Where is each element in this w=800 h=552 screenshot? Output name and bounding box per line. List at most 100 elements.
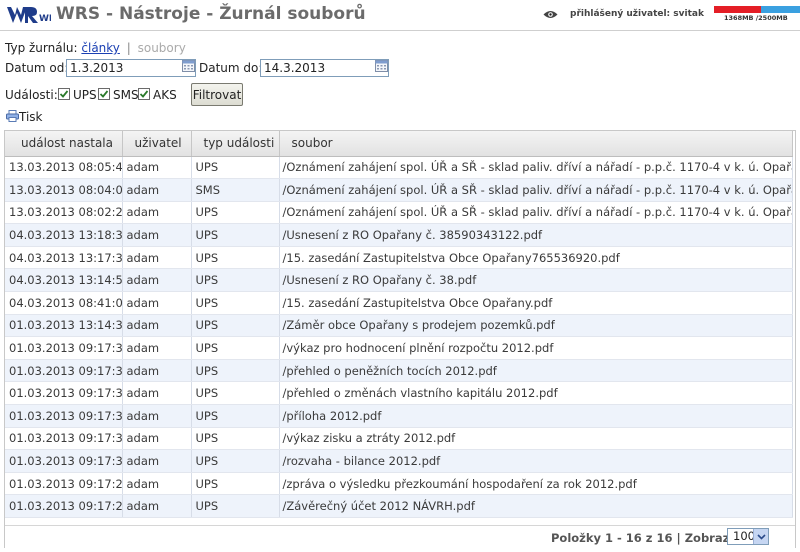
cell-event-type: UPS bbox=[191, 494, 280, 518]
cell-event-time: 01.03.2013 09:17:30 bbox=[5, 381, 123, 406]
cell-event-type: UPS bbox=[191, 449, 280, 473]
cell-event-time: 04.03.2013 13:17:37 bbox=[5, 246, 123, 270]
table-footer: Položky 1 - 16 z 16 | Zobrazit: 100 bbox=[5, 525, 795, 548]
cell-file: /15. zasedání Zastupitelstva Obce Opařan… bbox=[279, 246, 793, 270]
cell-user: adam bbox=[122, 449, 192, 473]
cell-event-time: 01.03.2013 09:17:30 bbox=[5, 359, 123, 383]
journal-type-row: Typ žurnálu: články | soubory bbox=[5, 41, 186, 55]
cell-event-time: 04.03.2013 08:41:03 bbox=[5, 291, 123, 315]
page-size-value: 100 bbox=[733, 529, 755, 543]
table-row: 01.03.2013 09:17:30 adam UPS/přehled o změ… bbox=[5, 381, 793, 406]
cell-file: /výkaz zisku a ztráty 2012.pdf bbox=[279, 427, 793, 451]
cell-file: /výkaz pro hodnocení plnění rozpočtu 201… bbox=[279, 336, 793, 360]
events-label: Události: bbox=[5, 88, 58, 102]
cell-user: adam bbox=[122, 336, 192, 360]
cell-event-time: 01.03.2013 09:17:29 bbox=[5, 472, 123, 496]
checkmark-icon bbox=[99, 90, 109, 98]
cell-file: /Usnesení z RO Opařany č. 38.pdf bbox=[279, 268, 793, 293]
cell-user: adam bbox=[122, 404, 192, 428]
cell-user: adam bbox=[122, 201, 192, 225]
journal-type-articles-link[interactable]: články bbox=[81, 41, 120, 55]
column-header-file[interactable]: soubor bbox=[279, 131, 793, 157]
chevron-down-icon[interactable] bbox=[753, 529, 768, 544]
print-label: Tisk bbox=[19, 110, 43, 124]
calendar-icon[interactable] bbox=[182, 59, 195, 72]
cell-file: /přehled o změnách vlastního kapitálu 20… bbox=[279, 381, 793, 406]
checkmark-icon bbox=[59, 90, 69, 98]
table-row: 01.03.2013 09:17:30 adam UPS/přehled o pen… bbox=[5, 359, 793, 383]
page-size-select[interactable]: 100 bbox=[727, 528, 769, 545]
table-row: 04.03.2013 08:41:03 adam UPS/15. zasedání … bbox=[5, 291, 793, 315]
checkbox-sms-label: SMS bbox=[113, 88, 139, 102]
journal-grid: událost nastala uživatel typ události so… bbox=[5, 131, 793, 518]
cell-event-time: 01.03.2013 09:17:30 bbox=[5, 449, 123, 473]
calendar-icon[interactable] bbox=[375, 59, 388, 72]
checkbox-ups[interactable] bbox=[58, 88, 70, 100]
date-from-input[interactable]: 1.3.2013 bbox=[66, 59, 196, 77]
cell-file: /Oznámení zahájení spol. ÚŘ a SŘ - sklad… bbox=[279, 201, 793, 225]
page-title: WRS - Nástroje - Žurnál souborů bbox=[56, 4, 366, 24]
journal-type-files-link[interactable]: soubory bbox=[138, 41, 186, 55]
table-row: 01.03.2013 09:17:30 adam UPS/příloha 2012.… bbox=[5, 404, 793, 428]
cell-file: /příloha 2012.pdf bbox=[279, 404, 793, 428]
cell-event-type: UPS bbox=[191, 381, 280, 406]
table-row: 01.03.2013 09:17:30 adam UPS/výkaz zisku a… bbox=[5, 427, 793, 451]
column-header-event-time[interactable]: událost nastala bbox=[5, 131, 123, 157]
table-row: 01.03.2013 13:14:38 adam UPS/Záměr obce Op… bbox=[5, 314, 793, 338]
table-row: 01.03.2013 09:17:29 adam UPS/zpráva o výsl… bbox=[5, 472, 793, 496]
cell-file: /zpráva o výsledku přezkoumání hospodaře… bbox=[279, 472, 793, 496]
journal-type-label: Typ žurnálu: bbox=[5, 41, 78, 55]
printer-icon bbox=[6, 110, 19, 122]
cell-event-type: UPS bbox=[191, 156, 280, 180]
table-header-row: událost nastala uživatel typ události so… bbox=[5, 131, 793, 157]
table-row: 04.03.2013 13:14:50 adam UPS/Usnesení z RO… bbox=[5, 268, 793, 293]
table-row: 13.03.2013 08:02:20 adam UPS/Oznámení zahá… bbox=[5, 201, 793, 225]
table-row: 01.03.2013 09:17:29 adam UPS/Závěrečný úče… bbox=[5, 494, 793, 518]
cell-user: adam bbox=[122, 472, 192, 496]
checkbox-sms[interactable] bbox=[98, 88, 110, 100]
cell-file: /Závěrečný účet 2012 NÁVRH.pdf bbox=[279, 494, 793, 518]
cell-file: /15. zasedání Zastupitelstva Obce Opařan… bbox=[279, 291, 793, 315]
table-body: 13.03.2013 08:05:40 adam UPS/Oznámení zahá… bbox=[5, 156, 793, 518]
cell-event-time: 01.03.2013 09:17:29 bbox=[5, 494, 123, 518]
checkbox-aks[interactable] bbox=[138, 88, 150, 100]
cell-event-type: UPS bbox=[191, 268, 280, 293]
cell-event-type: UPS bbox=[191, 472, 280, 496]
cell-file: /Oznámení zahájení spol. ÚŘ a SŘ - sklad… bbox=[279, 178, 793, 202]
cell-event-time: 01.03.2013 13:14:38 bbox=[5, 314, 123, 338]
filter-button[interactable]: Filtrovat bbox=[191, 83, 243, 106]
quota-bar bbox=[714, 6, 800, 13]
date-to-input[interactable]: 14.3.2013 bbox=[260, 59, 389, 77]
svg-text:WRS: WRS bbox=[39, 14, 51, 24]
cell-event-time: 13.03.2013 08:04:06 bbox=[5, 178, 123, 202]
cell-user: adam bbox=[122, 268, 192, 293]
table-row: 04.03.2013 13:18:37 adam UPS/Usnesení z RO… bbox=[5, 223, 793, 247]
date-from-label: Datum od: bbox=[5, 61, 69, 75]
cell-event-time: 04.03.2013 13:14:50 bbox=[5, 268, 123, 293]
date-to-label: Datum do: bbox=[199, 61, 263, 75]
column-header-user[interactable]: uživatel bbox=[122, 131, 192, 157]
checkmark-icon bbox=[139, 90, 149, 98]
cell-user: adam bbox=[122, 314, 192, 338]
cell-file: /přehled o peněžních tocích 2012.pdf bbox=[279, 359, 793, 383]
logged-user-label: přihlášený uživatel: svitak bbox=[570, 9, 704, 19]
column-header-event-type[interactable]: typ události bbox=[191, 131, 280, 157]
journal-type-separator: | bbox=[126, 41, 131, 55]
cell-event-time: 04.03.2013 13:18:37 bbox=[5, 223, 123, 247]
cell-event-type: UPS bbox=[191, 427, 280, 451]
cell-file: /Usnesení z RO Opařany č. 38590343122.pd… bbox=[279, 223, 793, 247]
table-row: 01.03.2013 09:17:30 adam UPS/výkaz pro hod… bbox=[5, 336, 793, 360]
cell-event-type: UPS bbox=[191, 336, 280, 360]
journal-table: událost nastala uživatel typ události so… bbox=[4, 130, 796, 548]
table-row: 01.03.2013 09:17:30 adam UPS/rozvaha - bil… bbox=[5, 449, 793, 473]
cell-user: adam bbox=[122, 381, 192, 406]
cell-event-type: UPS bbox=[191, 246, 280, 270]
cell-file: /Oznámení zahájení spol. ÚŘ a SŘ - sklad… bbox=[279, 156, 793, 180]
table-row: 04.03.2013 13:17:37 adam UPS/15. zasedání … bbox=[5, 246, 793, 270]
cell-user: adam bbox=[122, 291, 192, 315]
checkbox-aks-label: AKS bbox=[153, 88, 177, 102]
cell-event-time: 01.03.2013 09:17:30 bbox=[5, 427, 123, 451]
checkbox-ups-label: UPS bbox=[73, 88, 97, 102]
cell-event-type: UPS bbox=[191, 201, 280, 225]
cell-event-time: 13.03.2013 08:02:20 bbox=[5, 201, 123, 225]
